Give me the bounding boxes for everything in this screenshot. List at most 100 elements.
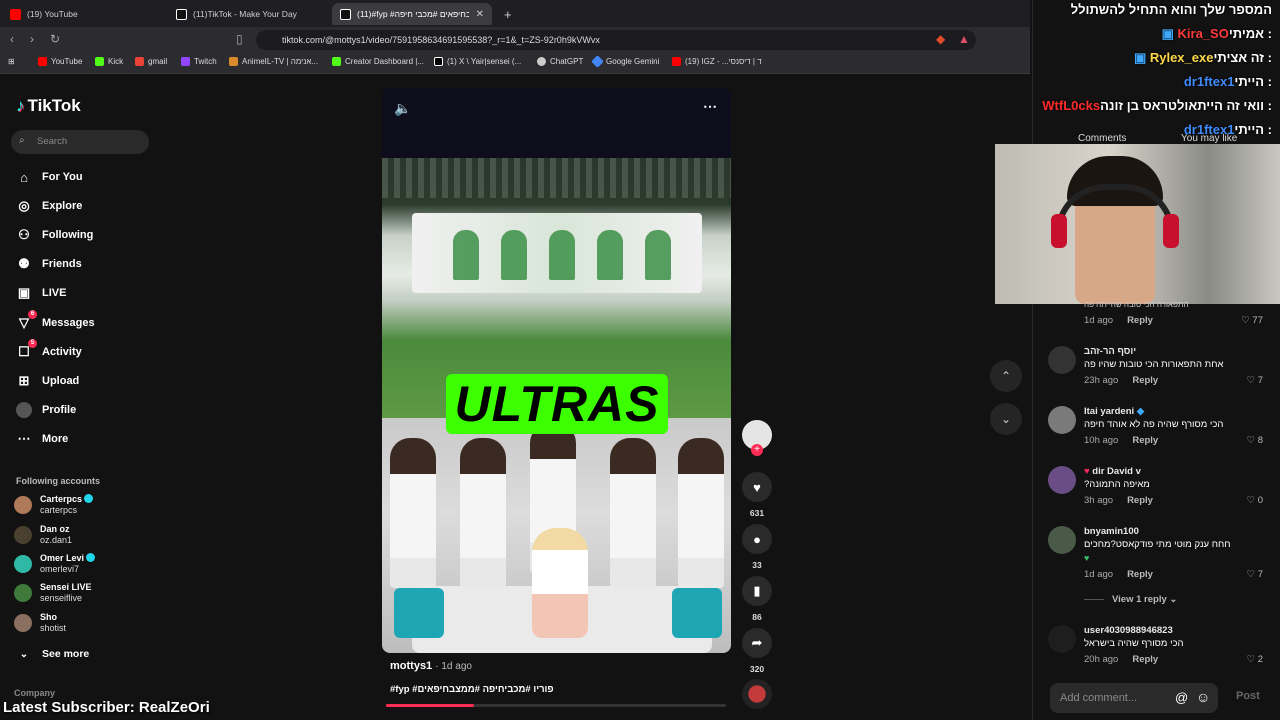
reload-icon[interactable]: ↻ [50,32,60,46]
avatar [14,555,32,573]
sidebar-item-explore[interactable]: ◎ Explore [16,198,82,214]
comment-user[interactable]: יוסף הר-זהב [1084,346,1136,357]
forward-icon[interactable]: › [30,32,34,46]
comment-like[interactable]: ♡ 7 [1247,569,1263,580]
comment-user[interactable]: bnyamin100 [1084,526,1139,537]
like-button[interactable]: ♥ 631 [742,472,772,518]
comment-user[interactable]: ♥ dir David v [1084,466,1141,477]
avatar[interactable] [1048,625,1076,653]
reply-button[interactable]: Reply [1132,375,1158,386]
mention-icon[interactable]: @ [1175,690,1188,705]
back-icon[interactable]: ‹ [10,32,14,46]
follow-plus-icon[interactable]: + [751,444,763,456]
comment-button[interactable]: ● 33 [742,524,772,570]
sidebar-item-for-you[interactable]: ⌂ For You [16,169,82,185]
account-item[interactable]: Sensei LIVE senseiflive [14,582,92,604]
avatar[interactable] [1048,346,1076,374]
comment-text: הכי מסורף שהיה בישראל [1084,638,1184,649]
comment-time: 20h ago [1084,654,1119,665]
reply-button[interactable]: Reply [1132,654,1158,665]
video-player[interactable]: ULTRAS 🔈 ⋯ [382,88,731,653]
tab-comments[interactable]: Comments [1078,133,1126,144]
bookmark-item[interactable]: YouTube [38,57,82,66]
youtube-icon [38,57,47,66]
sidebar-item-more[interactable]: ⋯ More [16,431,69,447]
bookmark-item[interactable]: (19) IGZ - ...ד | דיסנסי [672,57,762,66]
avatar[interactable] [1048,406,1076,434]
view-replies-button[interactable]: View 1 reply ⌄ [1084,594,1177,605]
comment-like[interactable]: ♡ 77 [1241,315,1263,326]
account-item[interactable]: Dan oz oz.dan1 [14,524,72,546]
comment-like[interactable]: ♡ 2 [1247,654,1263,665]
music-disc-icon[interactable] [742,679,772,709]
bookmark-icon[interactable]: ▯ [236,32,243,46]
previous-video-button[interactable]: ⌃ [990,360,1022,392]
new-tab-button[interactable]: + [496,3,516,25]
comment-like[interactable]: ♡ 0 [1247,495,1263,506]
sidebar-item-upload[interactable]: ⊞ Upload [16,373,80,389]
company-link[interactable]: Company [14,688,55,698]
see-more-button[interactable]: ⌄ See more [16,646,89,662]
like-count: 2 [1257,654,1263,665]
sidebar-item-live[interactable]: ▣ LIVE [16,285,67,301]
chat-text: : זה אציתי [1213,50,1272,65]
sidebar-item-messages[interactable]: ▽ 6 Messages [16,310,95,331]
bookmarks-bar: ⊞ YouTube Kick gmail Twitch AnimeIL-TV |… [0,53,1030,74]
sidebar-item-following[interactable]: ⚇ Following [16,227,93,243]
bookmark-label: Kick [108,57,124,66]
bookmark-item[interactable]: Kick [95,57,123,66]
next-video-button[interactable]: ⌄ [990,403,1022,435]
video-hashtags[interactable]: #fyp #פוריו #מכביחיפה #ממצבחיפאים [390,684,554,695]
bookmark-item[interactable]: ChatGPT [537,57,583,66]
account-item[interactable]: Sho shotist [14,612,66,634]
search-input[interactable]: Search [11,130,149,154]
emoji-icon[interactable]: ☺ [1196,689,1210,705]
bookmark-item[interactable]: Google Gemini [591,55,659,68]
sidebar-item-profile[interactable]: Profile [16,402,76,418]
sidebar-item-friends[interactable]: ⚉ Friends [16,256,82,272]
rewards-icon[interactable]: ▲ [958,32,970,46]
video-progress-bar[interactable] [386,704,726,707]
following-icon: ⚇ [18,227,30,242]
reply-button[interactable]: Reply [1127,315,1153,326]
reply-button[interactable]: Reply [1127,495,1153,506]
comment-user[interactable]: Itai yardeni ◆ [1084,406,1144,417]
account-item[interactable]: Omer Levi omerlevi7 [14,553,96,575]
video-author[interactable]: mottys1 · 1d ago [390,660,472,672]
logo-text: TikTok [27,96,81,115]
avatar[interactable] [1048,526,1076,554]
sidebar-item-activity[interactable]: ☐ 5 Activity [16,339,82,360]
comment-like[interactable]: ♡ 7 [1247,375,1263,386]
tab-tiktok-home[interactable]: (11)TikTok - Make Your Day [168,3,330,25]
save-button[interactable]: ▮ 86 [742,576,772,622]
bookmark-item[interactable]: Creator Dashboard |... [332,57,424,66]
close-tab-icon[interactable]: ✕ [476,9,484,20]
tab-youtube[interactable]: (19) YouTube [2,3,167,25]
reply-button[interactable]: Reply [1127,569,1153,580]
bookmark-item[interactable]: (1) X \ Yair|sensei (... [434,57,521,66]
avatar[interactable] [1048,466,1076,494]
sidebar-item-label: Upload [42,375,80,387]
bookmark-item[interactable]: Twitch [181,57,217,66]
bookmark-item[interactable]: gmail [135,57,167,66]
tab-tiktok-video[interactable]: (11)#fyp #ממצבחיפאים #מכבי חיפה ✕ [332,3,492,25]
tiktok-logo[interactable]: ♪ TikTok [16,96,81,116]
volume-icon[interactable]: 🔈 [394,100,411,117]
account-handle: senseiflive [40,593,83,603]
comment-meta: 3h ago Reply [1084,495,1153,506]
url-field[interactable]: tiktok.com/@mottys1/video/75919586346915… [256,30,976,50]
reply-button[interactable]: Reply [1132,435,1158,446]
share-button[interactable]: ➦ 320 [742,628,772,674]
comment-like[interactable]: ♡ 8 [1247,435,1263,446]
apps-icon[interactable]: ⊞ [8,57,15,66]
like-count: 77 [1252,315,1263,326]
comment-user[interactable]: user4030988946823 [1084,625,1173,636]
chat-user: Rylex_exe [1149,50,1214,65]
tiktok-icon [340,8,351,20]
account-item[interactable]: Carterpcs carterpcs [14,494,94,516]
post-button[interactable]: Post [1236,690,1260,702]
more-options-icon[interactable]: ⋯ [703,98,717,115]
add-comment-input[interactable]: Add comment... [1050,683,1218,713]
brave-shield-icon[interactable]: ◆ [936,32,945,46]
bookmark-item[interactable]: AnimeIL-TV | אנימה... [229,57,318,66]
